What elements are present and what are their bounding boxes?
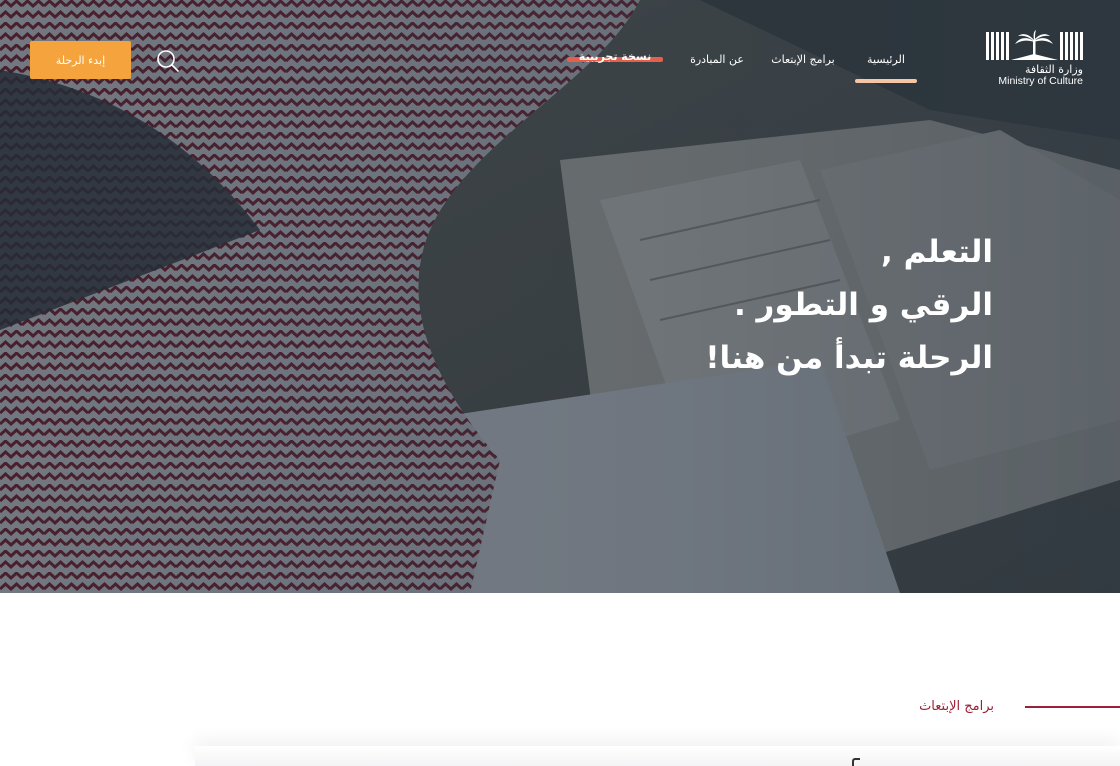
ministry-logo[interactable]: وزارة الثقافة Ministry of Culture [986, 30, 1083, 92]
logo-english-name: Ministry of Culture [998, 75, 1083, 87]
beta-version-label: نسخة تجريبية [578, 50, 652, 63]
section-title-scholarship-programs: برامج الإبتعاث [919, 699, 994, 714]
nav-item-about-initiative[interactable]: عن المبادرة [688, 49, 746, 71]
search-icon [157, 50, 179, 72]
start-journey-button[interactable]: إبدء الرحلة [30, 41, 131, 79]
hero-banner: وزارة الثقافة Ministry of Culture الرئيس… [0, 0, 1120, 593]
section-divider-line [1025, 706, 1120, 708]
nav-active-underline [855, 79, 917, 83]
card-heading-partial-glyph [852, 758, 860, 766]
hero-headline-line-3: الرحلة تبدأ من هنا! [705, 340, 993, 376]
hero-headline-line-2: الرقي و التطور . [733, 287, 993, 323]
hero-headline: التعلم , الرقي و التطور . الرحلة تبدأ من… [573, 226, 993, 385]
search-button[interactable] [155, 48, 181, 74]
program-card-top-edge [195, 746, 1120, 766]
palm-tree-book-icon [986, 30, 1083, 60]
nav-item-scholarship-programs[interactable]: برامج الإبتعاث [765, 49, 841, 71]
hero-headline-line-1: التعلم , [881, 234, 993, 270]
nav-item-home[interactable]: الرئيسية [858, 49, 914, 71]
